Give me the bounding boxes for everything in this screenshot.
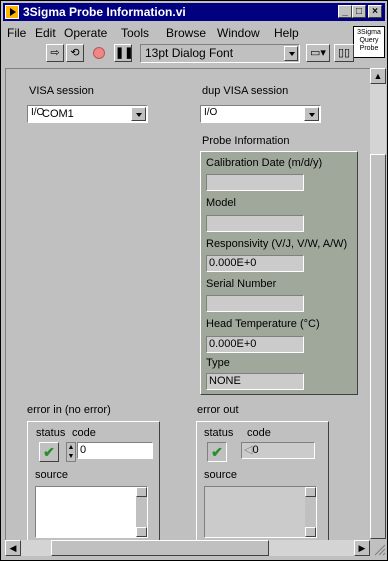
menu-window[interactable]: Window [217, 26, 260, 40]
vi-icon-text: Query [359, 37, 379, 44]
probe-information-label: Probe Information [202, 135, 290, 147]
font-dropdown-value: 13pt Dialog Font [145, 46, 234, 60]
menu-operate[interactable]: Operate [64, 26, 107, 40]
responsivity-label: Responsivity (V/J, V/W, A/W) [206, 238, 348, 250]
pause-icon[interactable]: ❚❚ [114, 44, 133, 62]
resize-grip-icon[interactable] [370, 540, 386, 556]
toolbar: ⇨ ⟲ ❚❚ 13pt Dialog Font ▭▾ ▯▯ [3, 43, 354, 65]
error-in-source-scrollbar[interactable] [136, 487, 147, 537]
error-in-cluster: status code ✔ ▲ ▼ 0 source [27, 421, 160, 549]
dup-visa-session-indicator[interactable]: I/O [200, 105, 321, 123]
model-indicator [206, 215, 304, 232]
front-panel: VISA session I/O COM1 dup VISA session I… [5, 68, 370, 549]
error-out-label: error out [197, 404, 239, 416]
error-out-code-label: code [247, 427, 271, 439]
type-indicator: NONE [206, 373, 304, 390]
calibration-date-indicator [206, 174, 304, 191]
type-label: Type [206, 357, 230, 369]
model-label: Model [206, 197, 236, 209]
menu-browse[interactable]: Browse [166, 26, 206, 40]
menu-bar: File Edit Operate Tools Browse Window He… [3, 24, 343, 42]
head-temperature-label: Head Temperature (°C) [206, 318, 320, 330]
run-arrow-icon[interactable]: ⇨ [46, 44, 64, 62]
error-in-source-input[interactable] [35, 486, 148, 538]
serial-number-label: Serial Number [206, 278, 277, 290]
horizontal-scroll-thumb[interactable] [51, 540, 269, 556]
align-icon[interactable]: ▭▾ [306, 44, 330, 62]
maximize-button[interactable]: □ [352, 5, 366, 18]
vi-icon-text: Probe [359, 45, 379, 52]
vi-icon-text: 3Sigma [357, 29, 381, 36]
scroll-left-icon[interactable]: ◀ [5, 540, 21, 556]
font-dropdown[interactable]: 13pt Dialog Font [140, 44, 300, 63]
visa-session-label: VISA session [29, 85, 94, 97]
error-out-source-scrollbar[interactable] [305, 487, 316, 537]
distribute-icon[interactable]: ▯▯ [334, 44, 354, 62]
scroll-right-icon[interactable]: ▶ [354, 540, 370, 556]
menu-tools[interactable]: Tools [121, 26, 149, 40]
error-out-status-checkmark-icon: ✔ [207, 442, 227, 462]
vertical-scroll-thumb[interactable] [370, 154, 386, 539]
error-in-label: error in (no error) [27, 404, 111, 416]
abort-stop-icon[interactable] [90, 44, 108, 62]
error-in-status-checkmark-icon[interactable]: ✔ [39, 442, 59, 462]
chevron-down-icon[interactable] [304, 107, 319, 121]
error-out-cluster: status code ✔ ◁0 source [196, 421, 329, 549]
labview-app-icon[interactable] [5, 5, 19, 19]
title-bar[interactable]: 3Sigma Probe Information.vi _ □ × [3, 3, 385, 21]
vi-icon: 3Sigma Query Probe [353, 26, 385, 58]
error-out-status-label: status [204, 427, 234, 439]
chevron-down-icon[interactable] [131, 107, 146, 121]
font-dropdown-icon[interactable] [284, 46, 298, 61]
error-in-code-label: code [72, 427, 96, 439]
menu-edit[interactable]: Edit [35, 26, 56, 40]
error-in-source-label: source [35, 469, 69, 481]
resize-grip-icon [374, 544, 386, 556]
menu-file[interactable]: File [7, 26, 26, 40]
visa-session-control[interactable]: I/O COM1 [27, 105, 148, 123]
vertical-scrollbar[interactable]: ▲ [370, 68, 386, 539]
error-out-code-value: 0 [252, 444, 259, 456]
close-button[interactable]: × [368, 5, 382, 18]
scroll-up-icon[interactable]: ▲ [370, 68, 386, 84]
serial-number-indicator [206, 295, 304, 312]
error-out-source-indicator [204, 486, 317, 538]
error-out-code-indicator: ◁0 [241, 442, 315, 459]
menu-help[interactable]: Help [274, 26, 299, 40]
window-title: 3Sigma Probe Information.vi [23, 5, 186, 19]
minimize-button[interactable]: _ [338, 5, 352, 18]
run-continuously-icon[interactable]: ⟲ [66, 44, 84, 62]
error-in-code-input[interactable]: 0 [77, 442, 153, 459]
error-out-source-label: source [204, 469, 238, 481]
calibration-date-label: Calibration Date (m/d/y) [206, 157, 323, 169]
horizontal-scrollbar[interactable]: ◀ ▶ [5, 540, 370, 556]
code-stepper-icon[interactable]: ▲ ▼ [66, 442, 76, 462]
responsivity-indicator: 0.000E+0 [206, 255, 304, 272]
dup-visa-session-label: dup VISA session [202, 85, 289, 97]
probe-information-cluster: Calibration Date (m/d/y) Model Responsiv… [200, 151, 358, 395]
visa-session-value: COM1 [42, 108, 74, 120]
visa-io-icon: I/O [204, 107, 218, 118]
error-in-status-label: status [36, 427, 66, 439]
head-temperature-indicator: 0.000E+0 [206, 336, 304, 353]
